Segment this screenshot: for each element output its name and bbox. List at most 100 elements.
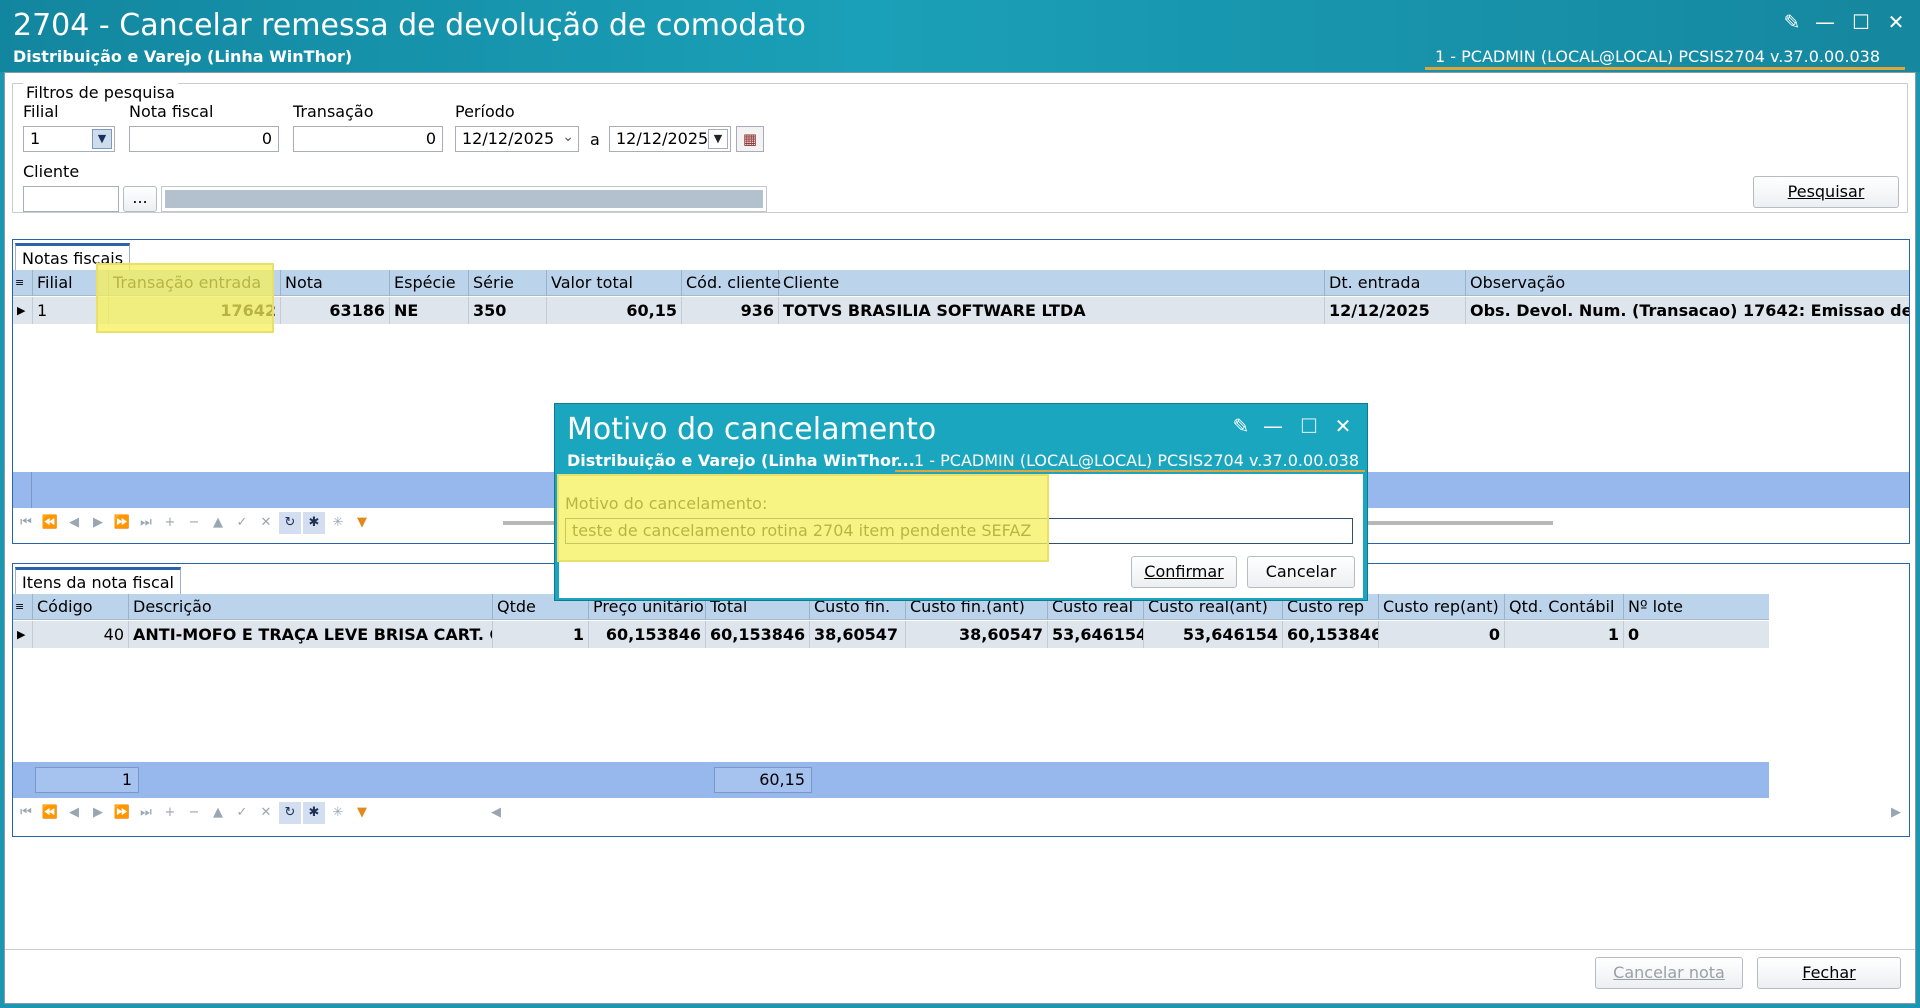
- close-icon[interactable]: ✕: [1884, 10, 1908, 34]
- nav-cancel-icon[interactable]: ✕: [255, 512, 277, 534]
- col-nota[interactable]: Nota: [281, 270, 390, 296]
- nav-last-icon[interactable]: ⏭: [135, 512, 157, 534]
- transacao-field[interactable]: 0: [293, 126, 443, 152]
- nav-refresh-icon[interactable]: ↻: [279, 802, 301, 824]
- nav-first-icon[interactable]: ⏮: [15, 512, 37, 534]
- nav-sparkle-icon[interactable]: ✳: [327, 512, 349, 534]
- col-cod-cliente[interactable]: Cód. cliente: [682, 270, 781, 296]
- cliente-code-field[interactable]: [23, 186, 119, 212]
- window-subtitle: Distribuição e Varejo (Linha WinThor): [13, 47, 353, 66]
- filial-select[interactable]: 1 ▼: [23, 126, 115, 152]
- table-row[interactable]: ▶ 1 17642 63186 NE 350 60,15 936 TOTVS B…: [13, 297, 1909, 324]
- close-icon[interactable]: ✕: [1331, 414, 1355, 438]
- dialog-subtitle: Distribuição e Varejo (Linha WinThor...: [567, 451, 915, 470]
- col-descricao[interactable]: Descrição: [129, 594, 493, 620]
- edit-icon[interactable]: ✎: [1229, 414, 1253, 438]
- confirm-button[interactable]: Confirmar: [1131, 556, 1237, 588]
- scroll-right-icon[interactable]: ▶: [1885, 802, 1907, 824]
- chevron-down-icon[interactable]: ▼: [708, 129, 728, 149]
- cell-dt-entrada: 12/12/2025: [1325, 297, 1466, 324]
- nav-first-icon[interactable]: ⏮: [15, 802, 37, 824]
- close-button[interactable]: Fechar: [1757, 957, 1901, 989]
- cell-custo-rep-ant: 0: [1379, 621, 1505, 648]
- cell-nota: 63186: [281, 297, 390, 324]
- cell-valor-total: 60,15: [547, 297, 682, 324]
- col-codigo[interactable]: Código: [33, 594, 129, 620]
- minimize-icon[interactable]: —: [1261, 414, 1285, 438]
- nav-check-icon[interactable]: ✓: [231, 512, 253, 534]
- calendar-icon[interactable]: ▦: [736, 126, 764, 152]
- col-qtd-contabil[interactable]: Qtd. Contábil: [1505, 594, 1624, 620]
- cancel-note-button[interactable]: Cancelar nota: [1595, 957, 1743, 989]
- title-bar: 2704 - Cancelar remessa de devolução de …: [0, 0, 1920, 72]
- itens-summary-bar: 1 60,15: [13, 762, 1769, 798]
- nota-field[interactable]: 0: [129, 126, 279, 152]
- col-lote[interactable]: Nº lote: [1624, 594, 1769, 620]
- scroll-left-icon[interactable]: ◀: [485, 802, 507, 824]
- periodo-end-value: 12/12/2025: [616, 129, 709, 148]
- search-button[interactable]: Pesquisar: [1753, 176, 1899, 208]
- col-serie[interactable]: Série: [469, 270, 547, 296]
- periodo-end-field[interactable]: 12/12/2025 ▼: [609, 126, 731, 152]
- dialog-title: Motivo do cancelamento: [567, 412, 937, 447]
- maximize-icon[interactable]: ☐: [1297, 414, 1321, 438]
- col-observacao[interactable]: Observação: [1466, 270, 1909, 296]
- col-especie[interactable]: Espécie: [390, 270, 469, 296]
- tab-notas-fiscais[interactable]: Notas fiscais: [15, 243, 131, 271]
- reason-label: Motivo do cancelamento:: [565, 494, 768, 513]
- nav-up-icon[interactable]: ▲: [207, 802, 229, 824]
- footer-count: 1: [35, 767, 139, 793]
- nav-next-icon[interactable]: ▶: [87, 512, 109, 534]
- itens-navigator: ⏮ ⏪ ◀ ▶ ⏩ ⏭ + − ▲ ✓ ✕ ↻ ✱ ✳ ▼ ◀ ▶: [13, 800, 1909, 826]
- nav-last-icon[interactable]: ⏭: [135, 802, 157, 824]
- nav-check-icon[interactable]: ✓: [231, 802, 253, 824]
- filial-label: Filial: [23, 102, 59, 121]
- nav-add-icon[interactable]: +: [159, 512, 181, 534]
- grid-menu-icon[interactable]: ≡: [13, 270, 33, 296]
- col-valor-total[interactable]: Valor total: [547, 270, 682, 296]
- tab-itens-nota-fiscal[interactable]: Itens da nota fiscal: [15, 567, 181, 595]
- cell-serie: 350: [469, 297, 547, 324]
- filter-icon[interactable]: ▼: [351, 512, 373, 534]
- cell-custo-real: 53,646154: [1048, 621, 1144, 648]
- nav-sparkle-icon[interactable]: ✳: [327, 802, 349, 824]
- filter-icon[interactable]: ▼: [351, 802, 373, 824]
- reason-field[interactable]: teste de cancelamento rotina 2704 item p…: [565, 518, 1353, 544]
- nav-asterisk-icon[interactable]: ✱: [303, 802, 325, 824]
- cell-custo-real-ant: 53,646154: [1144, 621, 1283, 648]
- nav-prev-page-icon[interactable]: ⏪: [39, 802, 61, 824]
- nav-next-icon[interactable]: ▶: [87, 802, 109, 824]
- nav-up-icon[interactable]: ▲: [207, 512, 229, 534]
- nav-remove-icon[interactable]: −: [183, 802, 205, 824]
- maximize-icon[interactable]: ☐: [1849, 10, 1873, 34]
- nav-next-page-icon[interactable]: ⏩: [111, 512, 133, 534]
- nav-prev-page-icon[interactable]: ⏪: [39, 512, 61, 534]
- col-cliente[interactable]: Cliente: [779, 270, 1325, 296]
- grid-menu-icon[interactable]: ≡: [13, 594, 33, 620]
- periodo-start-field[interactable]: 12/12/2025 ⌄: [455, 126, 579, 152]
- confirm-label: Confirmar: [1144, 562, 1224, 581]
- minimize-icon[interactable]: —: [1813, 10, 1837, 34]
- edit-icon[interactable]: ✎: [1780, 10, 1804, 34]
- nav-asterisk-icon[interactable]: ✱: [303, 512, 325, 534]
- dialog-cancel-button[interactable]: Cancelar: [1247, 556, 1355, 588]
- nav-prev-icon[interactable]: ◀: [63, 512, 85, 534]
- nav-remove-icon[interactable]: −: [183, 512, 205, 534]
- col-filial[interactable]: Filial: [33, 270, 109, 296]
- nav-cancel-icon[interactable]: ✕: [255, 802, 277, 824]
- chevron-down-icon[interactable]: ⌄: [562, 129, 574, 145]
- table-row[interactable]: ▶ 40 ANTI-MOFO E TRAÇA LEVE BRISA CART. …: [13, 621, 1769, 648]
- nav-refresh-icon[interactable]: ↻: [279, 512, 301, 534]
- filters-title: Filtros de pesquisa: [23, 83, 178, 102]
- window-title: 2704 - Cancelar remessa de devolução de …: [13, 8, 806, 43]
- col-dt-entrada[interactable]: Dt. entrada: [1325, 270, 1466, 296]
- nav-next-page-icon[interactable]: ⏩: [111, 802, 133, 824]
- chevron-down-icon[interactable]: ▼: [92, 129, 112, 149]
- col-transacao-entrada[interactable]: Transação entrada: [109, 270, 281, 296]
- col-custo-rep-ant[interactable]: Custo rep(ant): [1379, 594, 1505, 620]
- nav-prev-icon[interactable]: ◀: [63, 802, 85, 824]
- cliente-search-button[interactable]: ...: [123, 186, 157, 212]
- cell-especie: NE: [390, 297, 469, 324]
- session-info: 1 - PCADMIN (LOCAL@LOCAL) PCSIS2704 v.37…: [1435, 47, 1880, 66]
- nav-add-icon[interactable]: +: [159, 802, 181, 824]
